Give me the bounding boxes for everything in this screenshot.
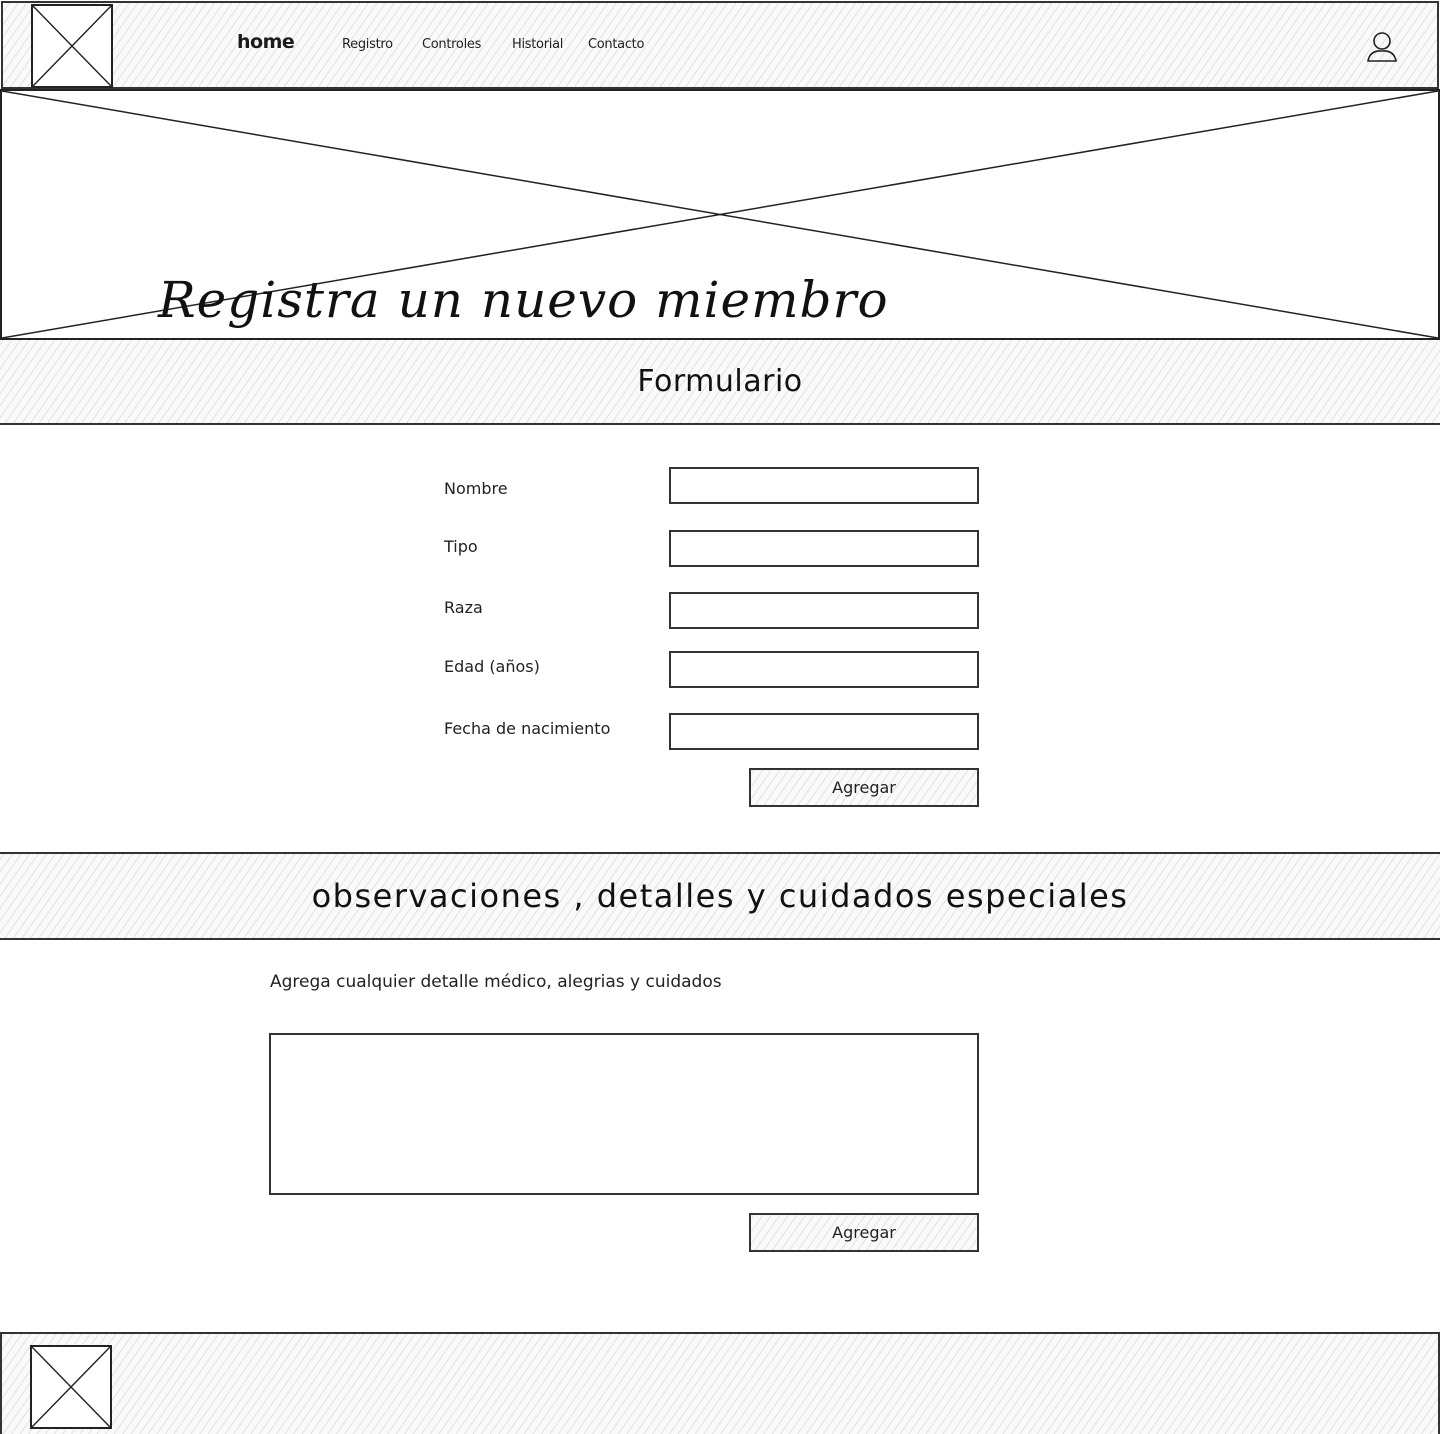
hero-title: Registra un nuevo miembro (158, 271, 889, 329)
page: home Registro Controles Historial Contac… (0, 0, 1440, 1434)
nav-link-historial[interactable]: Historial (512, 37, 563, 52)
form-section-title: Formulario (637, 364, 803, 399)
hero-banner: Registra un nuevo miembro (0, 89, 1440, 340)
nav-home-link[interactable]: home (237, 31, 295, 53)
footer-logo-placeholder-icon (30, 1345, 112, 1429)
nav-link-registro[interactable]: Registro (342, 37, 393, 52)
observations-submit-button[interactable]: Agregar (749, 1213, 979, 1252)
field-label-fecha-nacimiento: Fecha de nacimiento (444, 719, 611, 738)
field-label-tipo: Tipo (444, 537, 478, 556)
footer (0, 1332, 1440, 1434)
field-label-edad: Edad (años) (444, 657, 540, 676)
tipo-input[interactable] (669, 530, 979, 567)
edad-input[interactable] (669, 651, 979, 688)
observations-section-title: observaciones , detalles y cuidados espe… (311, 877, 1129, 915)
form-submit-button[interactable]: Agregar (749, 768, 979, 807)
nav-link-contacto[interactable]: Contacto (588, 37, 644, 52)
fecha-nacimiento-input[interactable] (669, 713, 979, 750)
raza-input[interactable] (669, 592, 979, 629)
observations-section-header: observaciones , detalles y cuidados espe… (0, 852, 1440, 940)
observations-help-text: Agrega cualquier detalle médico, alegria… (270, 972, 722, 992)
form-section-header: Formulario (0, 340, 1440, 425)
nombre-input[interactable] (669, 467, 979, 504)
field-label-raza: Raza (444, 598, 483, 617)
nav-link-controles[interactable]: Controles (422, 37, 481, 52)
header: home Registro Controles Historial Contac… (1, 1, 1439, 89)
field-label-nombre: Nombre (444, 479, 508, 498)
observations-textarea[interactable] (269, 1033, 979, 1195)
logo-placeholder-icon[interactable] (31, 4, 113, 88)
user-icon[interactable] (1365, 30, 1399, 66)
